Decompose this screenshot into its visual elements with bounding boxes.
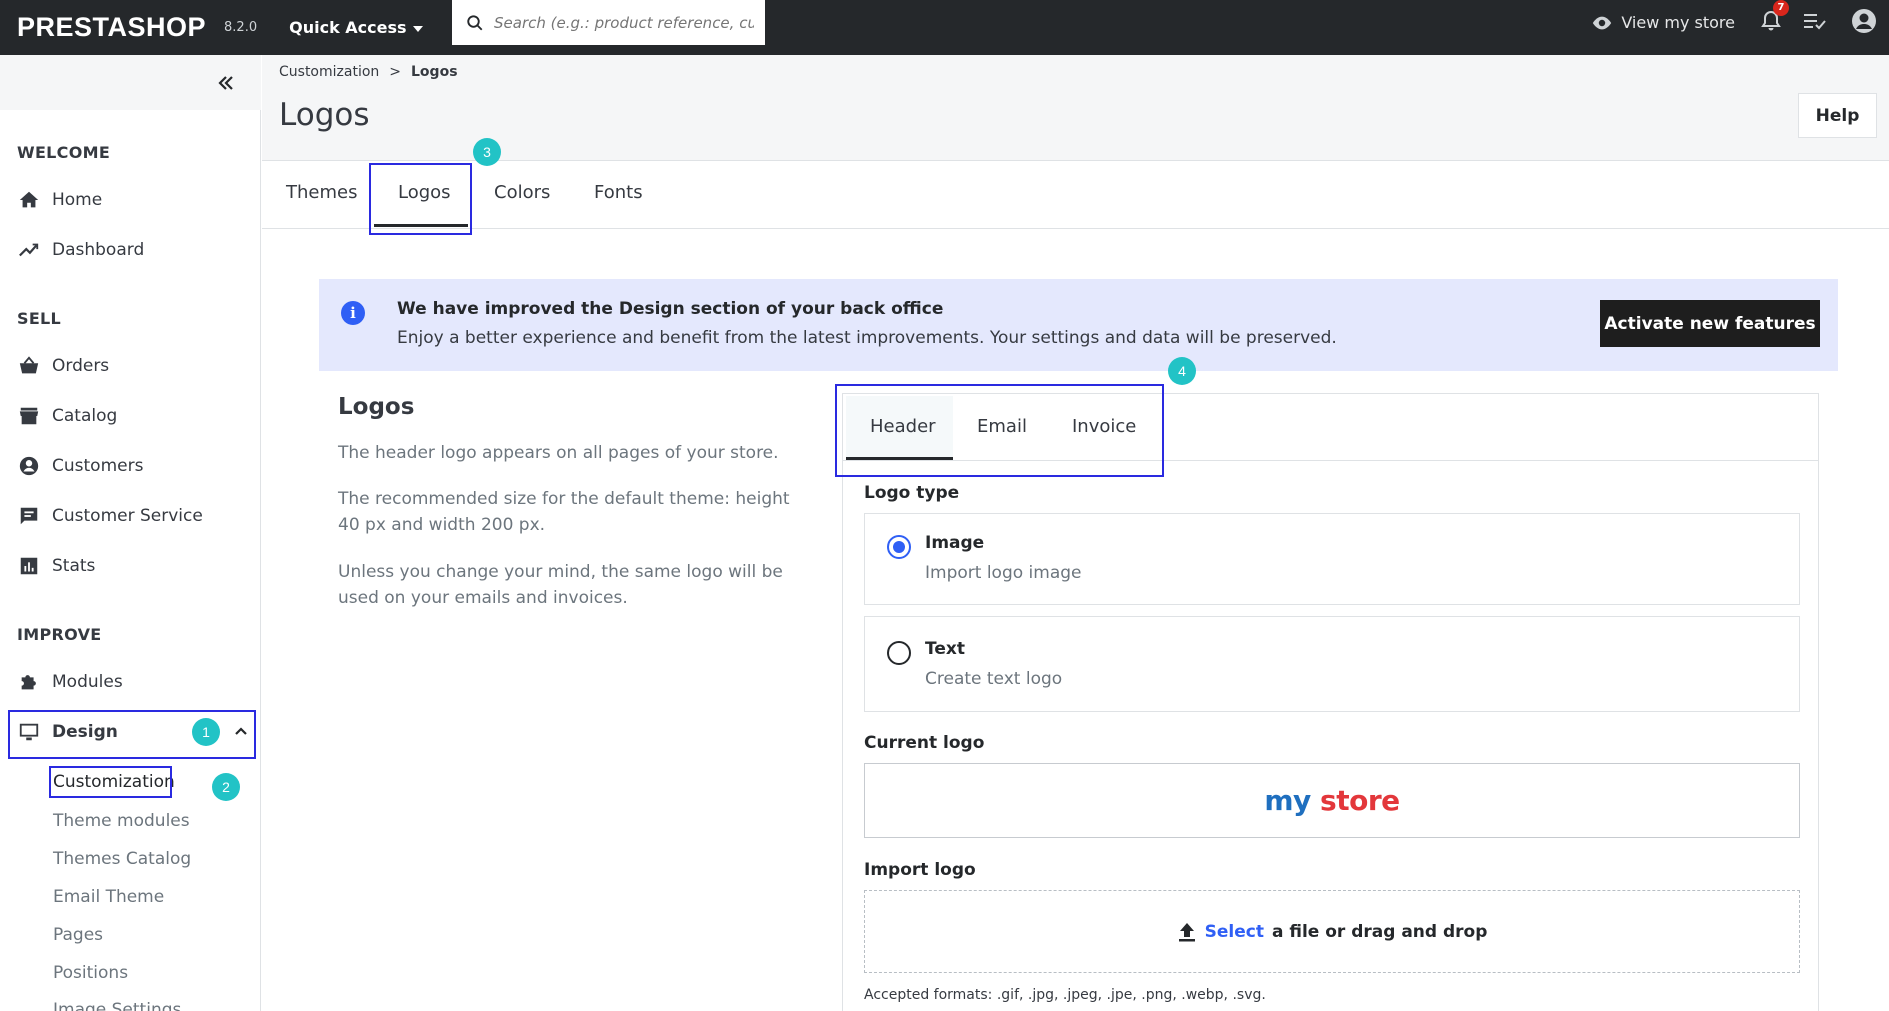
- section-welcome: WELCOME: [17, 143, 111, 162]
- sidebar-item-catalog[interactable]: Catalog: [18, 405, 117, 427]
- view-store-link[interactable]: View my store: [1591, 13, 1735, 32]
- logo-dropzone[interactable]: Select a file or drag and drop: [864, 890, 1800, 973]
- highlight-box-card-tabs: [835, 384, 1164, 477]
- eye-icon: [1593, 16, 1612, 29]
- annotation-marker-3: 3: [473, 138, 501, 166]
- sidebar-item-label: Customers: [52, 456, 144, 476]
- description-paragraph-2: The recommended size for the default the…: [338, 489, 790, 535]
- home-icon: [19, 191, 39, 208]
- double-chevron-left-icon: [218, 75, 233, 90]
- puzzle-icon: [21, 675, 36, 690]
- sidebar-subitem-positions[interactable]: Positions: [53, 963, 128, 983]
- breadcrumb-current: Logos: [411, 64, 458, 80]
- sidebar-subitem-image-settings[interactable]: Image Settings: [53, 1000, 181, 1011]
- chevron-down-icon: [412, 25, 423, 32]
- info-icon: i: [341, 301, 365, 325]
- page-title: Logos: [279, 97, 370, 133]
- section-improve: IMPROVE: [17, 625, 102, 644]
- text-radio[interactable]: [887, 641, 911, 665]
- store-icon: [19, 407, 39, 425]
- sidebar-subitem-themes-catalog[interactable]: Themes Catalog: [53, 849, 191, 869]
- sidebar-item-customer-service[interactable]: Customer Service: [18, 505, 203, 527]
- view-store-label: View my store: [1621, 13, 1735, 32]
- current-logo-preview: my store: [864, 763, 1800, 838]
- sidebar-item-label: Orders: [52, 356, 110, 376]
- chat-icon: [20, 507, 38, 525]
- upload-icon: [1178, 922, 1195, 941]
- annotation-marker-4: 4: [1168, 357, 1196, 385]
- breadcrumb: Customization > Logos: [279, 64, 458, 80]
- import-logo-label: Import logo: [864, 860, 976, 880]
- image-radio[interactable]: [887, 535, 911, 559]
- sidebar-item-label: Home: [52, 190, 103, 210]
- store-logo-image: my store: [1264, 784, 1400, 817]
- search-box: [452, 0, 765, 45]
- help-button[interactable]: Help: [1798, 93, 1877, 138]
- customer-icon: [19, 456, 39, 476]
- sidebar-item-stats[interactable]: Stats: [18, 555, 95, 577]
- sidebar-item-label: Customer Service: [52, 506, 203, 526]
- brand-logo[interactable]: PRESTASHOP: [17, 12, 206, 43]
- alert-text: Enjoy a better experience and benefit fr…: [397, 328, 1337, 348]
- bar-chart-icon: [20, 557, 38, 575]
- alert-title: We have improved the Design section of y…: [397, 299, 944, 319]
- annotation-marker-1: 1: [192, 718, 220, 746]
- sidebar-item-home[interactable]: Home: [18, 189, 102, 211]
- checklist-icon: [1804, 13, 1826, 29]
- highlight-box-logos-tab: [369, 163, 472, 235]
- sidebar-item-orders[interactable]: Orders: [18, 355, 109, 377]
- tasks-button[interactable]: [1803, 11, 1827, 35]
- tab-fonts[interactable]: Fonts: [594, 182, 643, 203]
- image-option-title: Image: [925, 533, 985, 553]
- accepted-formats-text: Accepted formats: .gif, .jpg, .jpeg, .jp…: [864, 987, 1266, 1003]
- dropzone-text: a file or drag and drop: [1271, 921, 1488, 942]
- sidebar-subitem-theme-modules[interactable]: Theme modules: [53, 811, 190, 831]
- sidebar-subitem-email-theme[interactable]: Email Theme: [53, 887, 164, 907]
- design-tabs: Themes Logos Colors Fonts: [262, 162, 1889, 229]
- sidebar-item-modules[interactable]: Modules: [18, 671, 123, 693]
- logo-type-image-option[interactable]: Image Import logo image: [864, 513, 1800, 605]
- section-sell: SELL: [17, 309, 62, 328]
- quick-access-label: Quick Access: [289, 18, 407, 37]
- select-file-link[interactable]: Select: [1205, 922, 1264, 942]
- image-option-subtitle: Import logo image: [925, 563, 1082, 583]
- search-icon: [467, 14, 483, 30]
- page-header: Customization > Logos Logos Help: [262, 55, 1889, 161]
- sidebar-collapse-button[interactable]: [0, 55, 261, 110]
- sidebar-item-dashboard[interactable]: Dashboard: [18, 239, 144, 261]
- user-avatar-icon: [1852, 8, 1876, 33]
- logo-type-label: Logo type: [864, 483, 960, 503]
- sidebar-subitem-pages[interactable]: Pages: [53, 925, 103, 945]
- account-button[interactable]: [1851, 8, 1877, 38]
- description-paragraph-3: Unless you change your mind, the same lo…: [338, 562, 783, 608]
- notifications-badge: 7: [1773, 0, 1789, 16]
- breadcrumb-parent-link[interactable]: Customization: [279, 64, 379, 80]
- sidebar-item-customers[interactable]: Customers: [18, 455, 143, 477]
- info-alert: i We have improved the Design section of…: [319, 279, 1838, 371]
- description-paragraph-1: The header logo appears on all pages of …: [338, 443, 779, 463]
- breadcrumb-separator: >: [389, 64, 402, 80]
- version-label: 8.2.0: [224, 20, 258, 35]
- logo-type-text-option[interactable]: Text Create text logo: [864, 616, 1800, 712]
- highlight-box-customization: [49, 766, 172, 798]
- annotation-marker-2: 2: [212, 773, 240, 801]
- basket-icon: [19, 356, 39, 374]
- tab-colors[interactable]: Colors: [494, 182, 550, 203]
- activate-new-features-button[interactable]: Activate new features: [1600, 300, 1820, 347]
- trending-up-icon: [19, 243, 39, 257]
- tab-themes[interactable]: Themes: [286, 182, 357, 203]
- top-bar: PRESTASHOP 8.2.0 Quick Access View my st…: [0, 0, 1889, 55]
- notifications-button[interactable]: 7: [1761, 0, 1789, 36]
- logos-section-title: Logos: [338, 394, 415, 420]
- sidebar-item-label: Dashboard: [52, 240, 145, 260]
- top-right-tools: View my store 7: [1591, 0, 1889, 45]
- text-option-title: Text: [925, 639, 965, 659]
- text-option-subtitle: Create text logo: [925, 669, 1063, 689]
- sidebar-item-label: Stats: [52, 556, 96, 576]
- search-input[interactable]: [494, 13, 754, 32]
- quick-access-dropdown[interactable]: Quick Access: [289, 18, 423, 37]
- current-logo-label: Current logo: [864, 733, 985, 753]
- sidebar-item-label: Catalog: [52, 406, 118, 426]
- sidebar-item-label: Modules: [52, 672, 123, 692]
